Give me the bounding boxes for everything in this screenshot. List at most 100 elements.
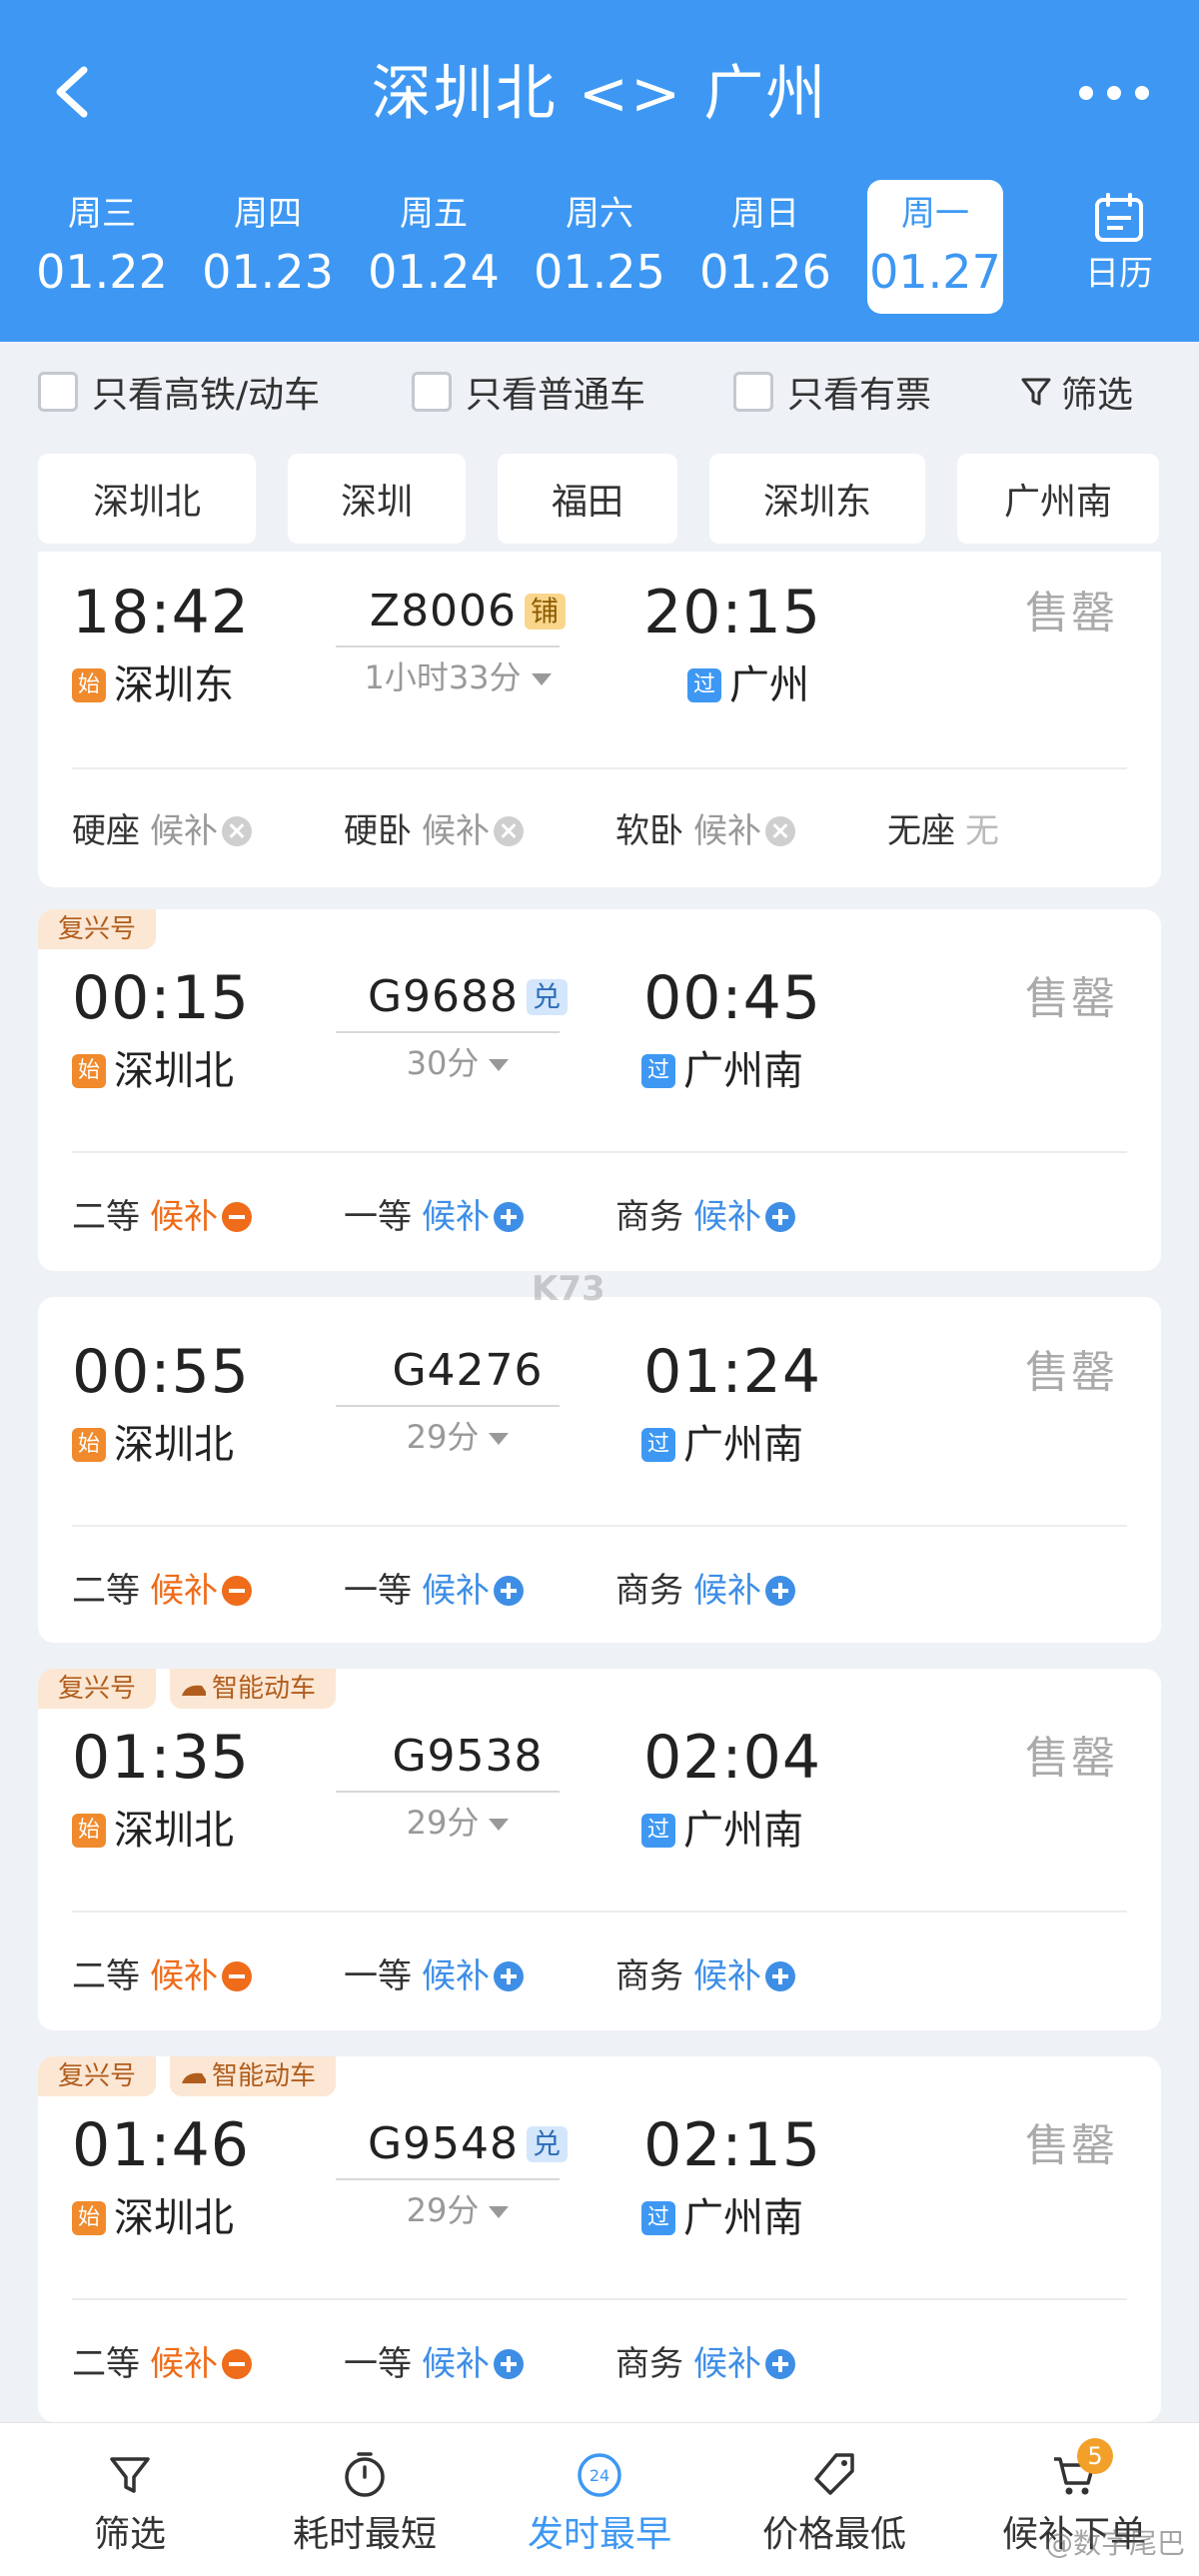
date-tab[interactable]: 周三 01.22 — [34, 180, 170, 314]
seat-type: 二等 — [72, 1956, 140, 1996]
seat-status: 候补 — [422, 811, 490, 851]
station-chip[interactable]: 福田 — [498, 454, 677, 544]
seat-first-class[interactable]: 一等 候补 — [344, 1193, 524, 1241]
station-name: 广州南 — [683, 1422, 803, 1468]
duration[interactable]: 29分 — [338, 1801, 578, 1845]
duration-text: 30分 — [406, 1044, 480, 1082]
arrival-station: 过广州南 — [641, 1805, 803, 1857]
checkbox-box — [38, 372, 78, 412]
seat-first-class[interactable]: 一等 候补 — [344, 1567, 524, 1615]
date-tab[interactable]: 周四 01.23 — [200, 180, 336, 314]
seat-status: 候补 — [693, 811, 761, 851]
date-tab[interactable]: 周五 01.24 — [366, 180, 502, 314]
seat-status: 候补 — [150, 1956, 218, 1996]
seat-type: 商务 — [615, 1197, 683, 1237]
train-number-text: G9548 — [367, 2118, 520, 2169]
departure-time: 18:42 — [72, 578, 250, 647]
earliest-departure-button[interactable]: 24 发时最早 — [505, 2423, 694, 2576]
date-tab[interactable]: 周日 01.26 — [697, 180, 833, 314]
fuxing-tag: 复兴号 — [38, 909, 157, 949]
seat-second-class[interactable]: 二等 候补 — [72, 2340, 252, 2388]
seat-status: 无 — [965, 811, 999, 851]
station-chip[interactable]: 深圳东 — [709, 454, 925, 544]
station-name: 深圳北 — [114, 1422, 234, 1468]
seat-no-seat[interactable]: 无座无 — [887, 807, 999, 855]
calendar-label: 日历 — [1085, 254, 1153, 294]
normal-only-checkbox[interactable]: 只看普通车 — [412, 370, 645, 416]
arrival-time: 00:45 — [643, 963, 821, 1033]
seat-second-class[interactable]: 二等 候补 — [72, 1952, 252, 2000]
smart-emu-text: 智能动车 — [212, 2061, 317, 2091]
station-chip[interactable]: 深圳 — [288, 454, 466, 544]
checkbox-box — [733, 372, 773, 412]
train-card[interactable]: 复兴号 智能动车 01:35 G9538 02:04 售罄 29分 始深圳北 过… — [38, 1669, 1161, 2030]
available-only-checkbox[interactable]: 只看有票 — [733, 370, 931, 416]
seat-business-class[interactable]: 商务 候补 — [615, 1193, 795, 1241]
checkbox-box — [412, 372, 452, 412]
seat-status: 候补 — [150, 1197, 218, 1237]
seat-first-class[interactable]: 一等 候补 — [344, 1952, 524, 2000]
train-card[interactable]: 18:42 Z8006 铺 20:15 售罄 1小时33分 始深圳东 过广州 硬座… — [38, 552, 1161, 887]
back-button[interactable] — [48, 62, 98, 122]
seat-soft-sleeper[interactable]: 软卧 候补 — [615, 807, 795, 855]
seat-second-class[interactable]: 二等 候补 — [72, 1193, 252, 1241]
shortest-duration-button[interactable]: 耗时最短 — [270, 2423, 460, 2576]
more-dot-icon — [1079, 86, 1093, 100]
caret-down-icon — [489, 1059, 510, 1071]
station-name: 广州 — [729, 662, 809, 708]
filter-label: 筛选 — [1061, 375, 1134, 416]
number-underline — [336, 1791, 560, 1793]
bottom-filter-button[interactable]: 筛选 — [50, 2423, 210, 2576]
departure-time: 00:55 — [72, 1337, 250, 1407]
price-tag-icon — [814, 2453, 854, 2495]
bottom-toolbar: 筛选 耗时最短 24 发时最早 价格最低 候补下单 — [0, 2422, 1199, 2576]
seat-business-class[interactable]: 商务 候补 — [615, 1952, 795, 2000]
pass-station-icon: 过 — [641, 1814, 675, 1848]
minus-circle-icon — [222, 2349, 252, 2379]
more-dot-icon — [1135, 86, 1149, 100]
lowest-price-button[interactable]: 价格最低 — [739, 2423, 929, 2576]
filter-button[interactable]: 筛选 — [1019, 370, 1133, 416]
highspeed-only-checkbox[interactable]: 只看高铁/动车 — [38, 370, 320, 416]
train-card[interactable]: 00:55 G4276 01:24 售罄 29分 始深圳北 过广州南 二等 候补 … — [38, 1297, 1161, 1643]
bottom-label: 筛选 — [93, 2514, 166, 2555]
seat-status: 候补 — [422, 2344, 490, 2384]
route-title: 深圳北 <> 广州 — [371, 59, 828, 129]
seat-type: 一等 — [344, 1956, 412, 1996]
seat-business-class[interactable]: 商务 候补 — [615, 1567, 795, 1615]
seat-type: 二等 — [72, 1571, 140, 1611]
station-chip[interactable]: 深圳北 — [38, 454, 256, 544]
arrival-time: 02:04 — [643, 1723, 821, 1793]
duration[interactable]: 29分 — [338, 1415, 578, 1459]
arrival-time: 02:15 — [643, 2110, 821, 2180]
seat-business-class[interactable]: 商务 候补 — [615, 2340, 795, 2388]
arrival-station: 过广州 — [687, 659, 809, 711]
train-icon — [182, 2072, 207, 2083]
train-card[interactable]: 复兴号 智能动车 01:46 G9548 兑 02:15 售罄 29分 始深圳北 … — [38, 2056, 1161, 2422]
duration[interactable]: 30分 — [338, 1041, 578, 1085]
calendar-button[interactable]: 日历 — [1079, 192, 1159, 312]
duration[interactable]: 1小时33分 — [338, 655, 578, 699]
station-name: 深圳北 — [114, 1808, 234, 1854]
date-value: 01.24 — [368, 245, 500, 299]
seat-hard-seat[interactable]: 硬座 候补 — [72, 807, 252, 855]
duration[interactable]: 29分 — [338, 2188, 578, 2232]
train-card[interactable]: 复兴号 00:15 G9688 兑 00:45 售罄 30分 始深圳北 过广州南 … — [38, 909, 1161, 1271]
date-value: 01.22 — [36, 245, 168, 299]
date-weekday: 周日 — [731, 194, 799, 234]
more-options-button[interactable] — [1079, 86, 1149, 106]
station-name: 深圳北 — [114, 1048, 234, 1094]
seat-status: 候补 — [422, 1571, 490, 1611]
pass-station-icon: 过 — [641, 1428, 675, 1462]
seat-type: 商务 — [615, 1956, 683, 1996]
date-tab[interactable]: 周六 01.25 — [532, 180, 667, 314]
seat-hard-sleeper[interactable]: 硬卧 候补 — [344, 807, 524, 855]
date-tab-selected[interactable]: 周一 01.27 — [867, 180, 1003, 314]
seat-second-class[interactable]: 二等 候补 — [72, 1567, 252, 1615]
seat-first-class[interactable]: 一等 候补 — [344, 2340, 524, 2388]
plus-circle-icon — [765, 1202, 795, 1232]
pass-station-icon: 过 — [641, 1054, 675, 1088]
station-chip[interactable]: 广州南 — [957, 454, 1159, 544]
calendar-icon — [1095, 193, 1143, 242]
plus-circle-icon — [765, 1576, 795, 1606]
